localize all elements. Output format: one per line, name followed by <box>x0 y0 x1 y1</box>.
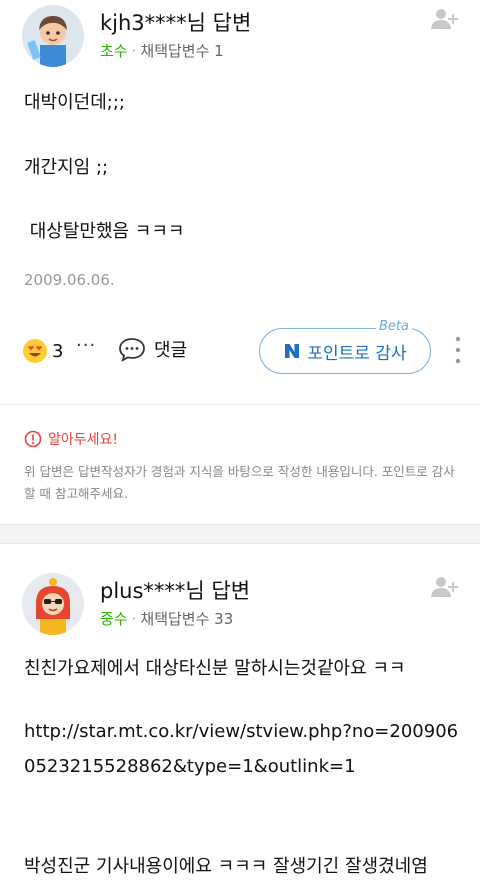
naver-n-icon <box>285 344 300 358</box>
answer-link-line[interactable]: 0523215528862&type=1&outlink=1 <box>24 756 356 777</box>
comment-label: 댓글 <box>154 340 188 361</box>
answer-body-line: 개간지임 ;; <box>24 157 109 178</box>
answer-card-2: plus****님 답변 중수 · 채택답변수 33 친친가요제에서 대상타신분 말… <box>0 544 480 880</box>
adopted-count: 채택답변수 1 <box>140 42 224 60</box>
add-friend-icon[interactable] <box>430 6 460 32</box>
answer-date: 2009.06.06. <box>24 271 115 289</box>
author-grade: 초수 <box>100 42 128 60</box>
section-divider <box>0 524 480 544</box>
notice-title: 알아두세요! <box>48 432 119 448</box>
answer-body-line: 친친가요제에서 대상타신분 말하시는것같아요 ㅋㅋ <box>24 658 406 679</box>
author-name[interactable]: plus****님 답변 <box>100 575 250 605</box>
answer-card-1: kjh3****님 답변 초수 · 채택답변수 1 대박이던데;;; 개간지임 ;;… <box>0 0 480 404</box>
add-friend-icon[interactable] <box>430 574 460 600</box>
answer-link-line[interactable]: http://star.mt.co.kr/view/stview.php?no=… <box>24 721 458 742</box>
adopted-count: 채택답변수 33 <box>140 610 234 628</box>
kebab-menu-icon[interactable] <box>450 334 466 366</box>
notice-text: 위 답변은 답변작성자가 경험과 지식을 바탕으로 작성한 내용입니다. 포인트… <box>24 464 455 501</box>
point-thanks-button[interactable]: 포인트로 감사 Beta <box>259 319 431 374</box>
answer-actions: 3 ··· 댓글 포인트로 감사 Beta <box>0 319 480 382</box>
author-grade: 중수 <box>100 610 128 628</box>
reaction-button[interactable]: 3 <box>22 338 63 364</box>
point-thanks-label: 포인트로 감사 <box>307 343 407 364</box>
reaction-count: 3 <box>52 340 64 362</box>
author-avatar[interactable] <box>22 573 84 635</box>
answer-body-line: 대상탈만했음 ㅋㅋㅋ <box>24 221 185 242</box>
meta-separator: · <box>131 42 137 60</box>
author-name[interactable]: kjh3****님 답변 <box>100 7 251 37</box>
alert-circle-icon <box>24 430 42 448</box>
author-meta: 초수 · 채택답변수 1 <box>100 40 224 61</box>
comment-button[interactable]: 댓글 <box>118 336 187 362</box>
reaction-more-button[interactable]: ··· <box>76 335 96 356</box>
meta-separator: · <box>131 610 137 628</box>
author-avatar[interactable] <box>22 5 84 67</box>
answer-body-line: 대박이던데;;; <box>24 92 125 113</box>
comment-bubble-icon <box>119 338 145 362</box>
notice-box: 알아두세요! 위 답변은 답변작성자가 경험과 지식을 바탕으로 작성한 내용입… <box>0 404 480 524</box>
author-meta: 중수 · 채택답변수 33 <box>100 608 233 629</box>
answer-body-line: 박성진군 기사내용이에요 ㅋㅋㅋ 잘생기긴 잘생겼네염 <box>24 856 428 877</box>
notice-title-row: 알아두세요! <box>24 429 118 449</box>
heart-eyes-emoji-icon <box>23 339 47 363</box>
beta-badge: Beta <box>376 319 412 334</box>
